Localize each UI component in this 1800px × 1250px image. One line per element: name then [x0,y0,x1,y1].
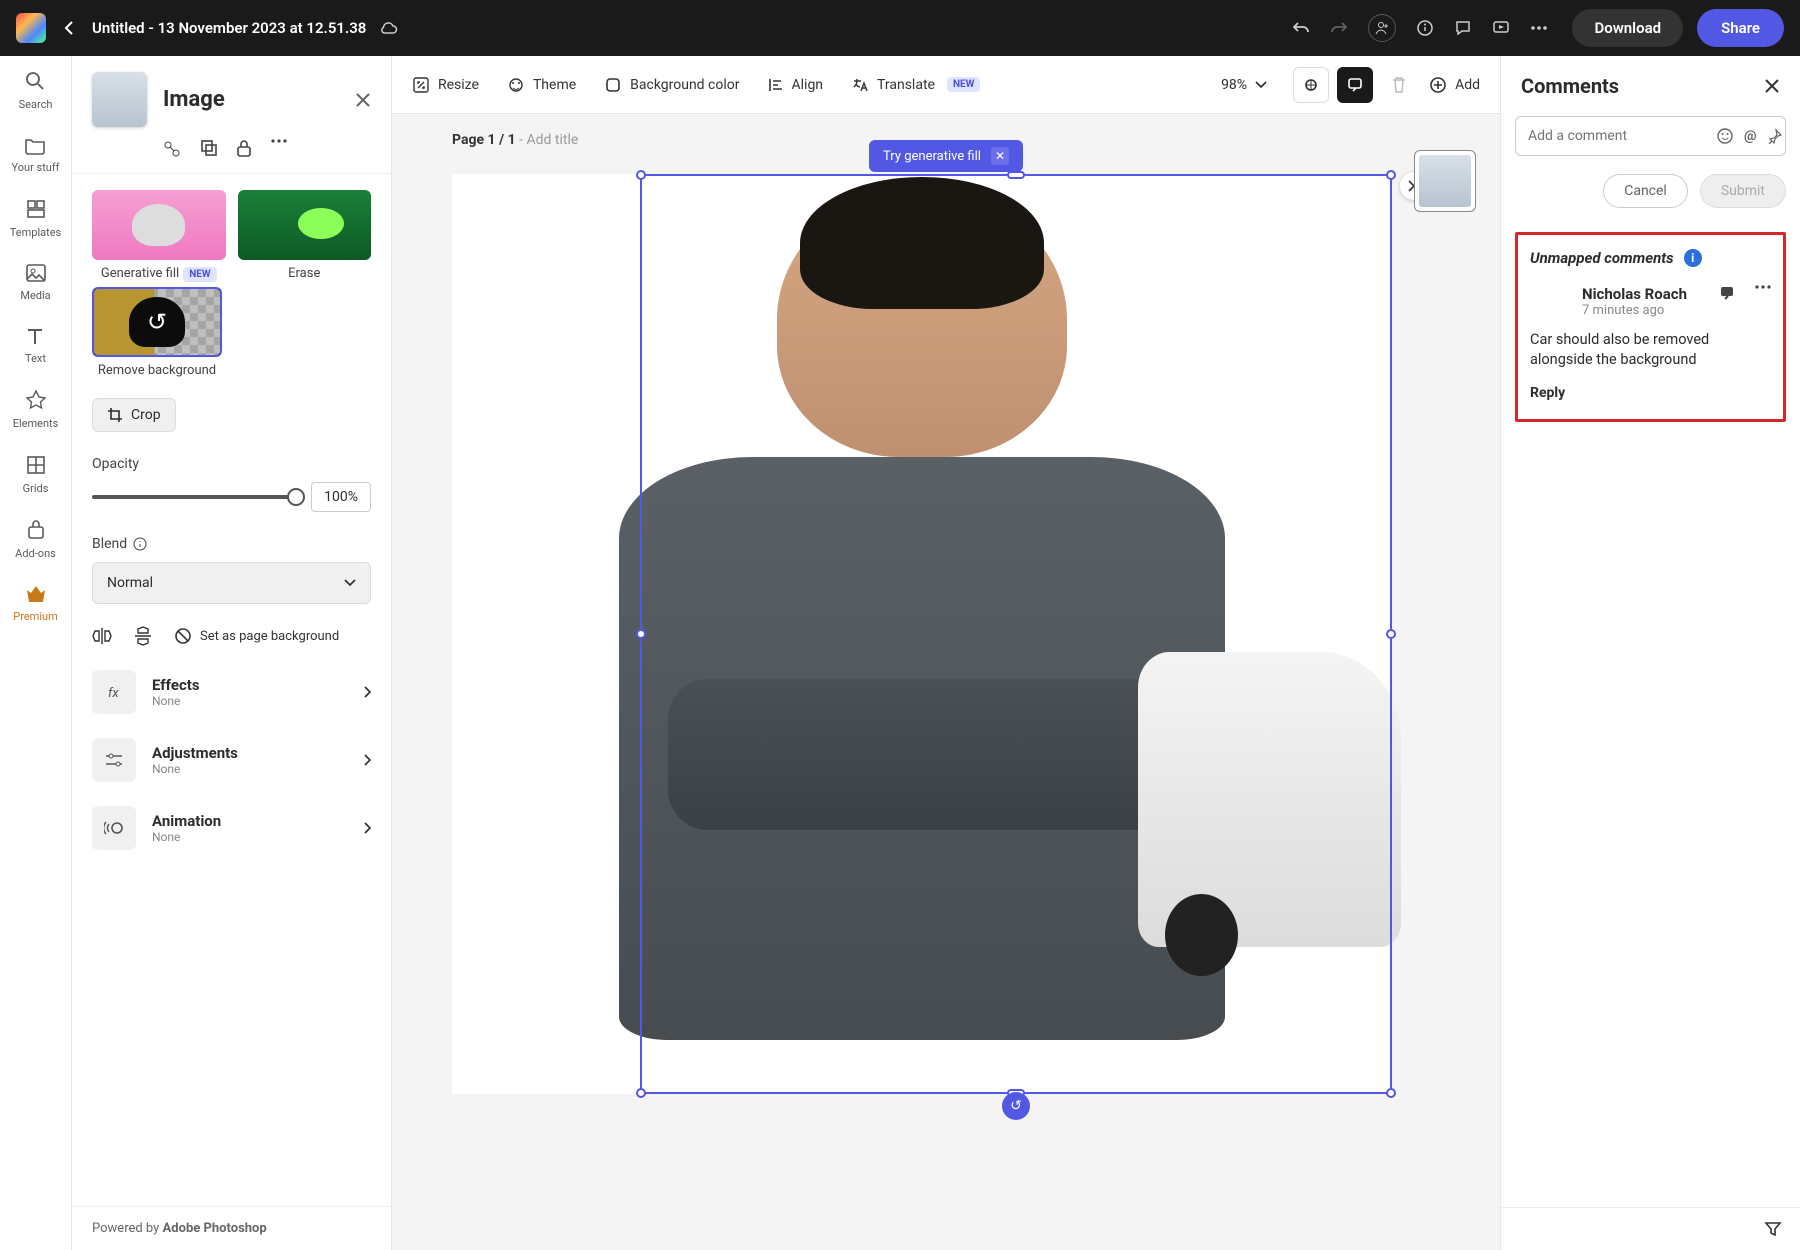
info-icon[interactable]: i [1684,249,1702,267]
undo-icon[interactable] [1292,20,1310,36]
svg-text:fx: fx [108,686,119,701]
reply-link[interactable]: Reply [1530,385,1771,401]
comment-input[interactable]: @ [1515,116,1786,156]
tile-generative-fill[interactable]: Generative fillNEW [92,190,226,281]
rail-templates[interactable]: Templates [10,198,61,239]
cloud-sync-icon[interactable] [378,21,398,35]
close-pill-icon: ✕ [991,147,1009,165]
zoom-control[interactable]: 98% [1221,77,1267,93]
mention-icon[interactable]: @ [1744,128,1757,144]
document-title[interactable]: Untitled - 13 November 2023 at 12.51.38 [92,19,366,37]
generative-fill-pill[interactable]: Try generative fill✕ [869,140,1023,172]
blend-select[interactable]: Normal [92,562,371,604]
comment-body: Car should also be removed alongside the… [1530,330,1771,371]
emoji-icon[interactable] [1716,127,1734,145]
tile-remove-background[interactable]: Remove background [92,287,222,378]
comment-input-field[interactable] [1528,128,1706,144]
back-button[interactable] [64,20,74,36]
lock-icon[interactable] [236,139,252,159]
panel-title: Image [163,87,355,112]
rail-addons[interactable]: Add-ons [15,519,56,560]
present-icon[interactable] [1492,19,1510,37]
toolbar-grid-icon[interactable] [1293,67,1329,103]
cancel-comment-button[interactable]: Cancel [1603,174,1688,208]
flip-horizontal-icon[interactable] [92,627,112,645]
more-icon[interactable] [1530,26,1548,30]
page-indicator[interactable]: Page 1 / 1 - Add title [452,132,578,148]
opacity-label: Opacity [92,456,371,472]
submit-comment-button[interactable]: Submit [1700,174,1786,208]
ai-tools-icon[interactable] [162,139,182,159]
canvas-page[interactable]: ↺ [452,174,1392,1094]
unmapped-comments-section: Unmapped comments i Nicholas Roach 7 min… [1515,232,1786,422]
help-icon[interactable] [1416,19,1434,37]
toolbar-align[interactable]: Align [768,77,824,93]
tile-erase[interactable]: Erase [238,190,372,281]
toolbar-theme[interactable]: Theme [507,76,576,94]
handle-tr[interactable] [1386,170,1396,180]
rail-search[interactable]: Search [19,70,53,111]
comment-item[interactable]: Nicholas Roach 7 minutes ago Car should … [1530,285,1771,401]
handle-tm[interactable] [1007,171,1025,179]
handle-br[interactable] [1386,1088,1396,1098]
share-button[interactable]: Share [1697,9,1784,47]
duplicate-icon[interactable] [200,139,218,159]
invite-user-icon[interactable] [1368,14,1396,42]
page-thumbnail[interactable] [1414,150,1476,212]
toolbar-bg-color[interactable]: Background color [604,76,739,94]
handle-mr[interactable] [1386,629,1396,639]
canvas-main[interactable]: Page 1 / 1 - Add title Try generative fi… [392,114,1500,1250]
comment-bubble-icon[interactable] [1719,285,1735,301]
opacity-value[interactable]: 100% [311,482,371,512]
accordion-effects[interactable]: fx EffectsNone [92,670,371,714]
left-rail: Search Your stuff Templates Media Text E… [0,56,72,1250]
undo-fab-icon[interactable]: ↺ [1002,1092,1030,1120]
accordion-adjustments[interactable]: AdjustmentsNone [92,738,371,782]
rail-text[interactable]: Text [25,326,46,365]
toolbar-comments-toggle[interactable] [1337,67,1373,103]
filter-comments-icon[interactable] [1764,1220,1782,1238]
handle-tl[interactable] [636,170,646,180]
comment-icon[interactable] [1454,19,1472,37]
canvas-toolbar: Resize Theme Background color Align Tran… [392,56,1500,114]
top-bar: Untitled - 13 November 2023 at 12.51.38 … [0,0,1800,56]
comments-title: Comments [1521,74,1619,98]
toolbar-add[interactable]: Add [1429,76,1480,94]
handle-bl[interactable] [636,1088,646,1098]
app-logo[interactable] [16,13,46,43]
panel-footer: Powered by Adobe Photoshop [72,1206,391,1250]
toolbar-resize[interactable]: Resize [412,76,479,94]
download-button[interactable]: Download [1572,9,1683,47]
toolbar-delete-icon[interactable] [1381,67,1417,103]
redo-icon[interactable] [1330,20,1348,36]
rail-premium[interactable]: Premium [13,584,57,623]
unmapped-title: Unmapped comments [1530,249,1674,267]
rail-media[interactable]: Media [20,263,50,302]
canvas-area: Resize Theme Background color Align Tran… [392,56,1500,1250]
handle-ml[interactable] [636,629,646,639]
opacity-slider[interactable] [92,495,297,499]
set-page-bg[interactable]: Set as page background [174,627,339,645]
rail-elements[interactable]: Elements [13,389,59,430]
crop-button[interactable]: Crop [92,398,176,432]
close-panel-icon[interactable] [355,92,371,108]
selection-thumbnail [92,72,147,127]
properties-panel: Image Generative fillNEW Erase [72,56,392,1250]
comment-time: 7 minutes ago [1582,303,1709,318]
accordion-animation[interactable]: AnimationNone [92,806,371,850]
selection-box[interactable]: ↺ [640,174,1392,1094]
more-options-icon[interactable] [270,139,288,159]
rail-grids[interactable]: Grids [23,454,49,495]
comments-panel: Comments @ Cancel Submit Unmapped commen… [1500,56,1800,1250]
close-comments-icon[interactable] [1764,78,1780,94]
blend-label: Blend [92,536,371,552]
toolbar-translate[interactable]: TranslateNEW [851,76,980,94]
pin-icon[interactable] [1767,128,1783,144]
flip-vertical-icon[interactable] [134,626,152,646]
comment-more-icon[interactable] [1755,285,1771,289]
rail-your-stuff[interactable]: Your stuff [11,135,59,174]
comment-author: Nicholas Roach [1582,285,1709,303]
